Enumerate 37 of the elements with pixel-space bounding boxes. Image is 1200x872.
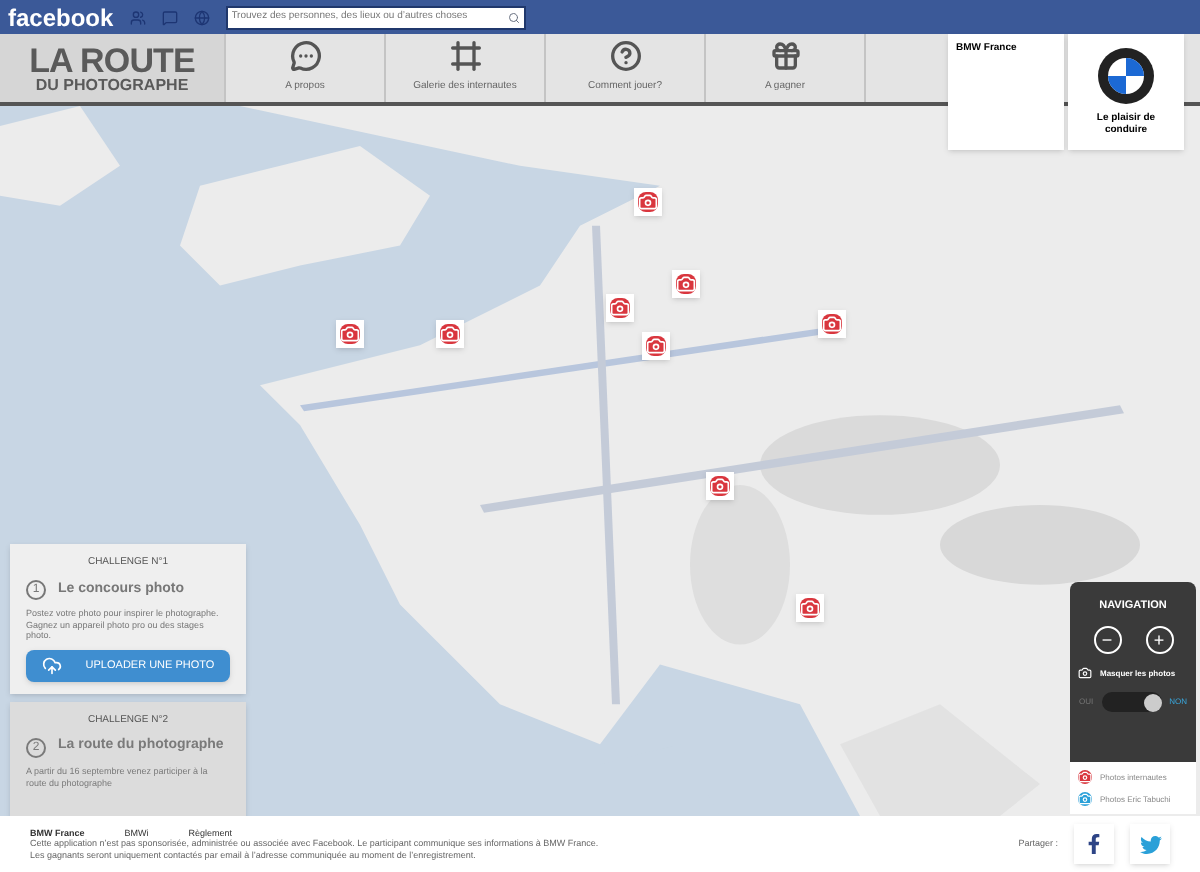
app-subtitle: DU PHOTOGRAPHE bbox=[35, 77, 189, 93]
camera-icon bbox=[676, 274, 696, 294]
camera-icon bbox=[1078, 666, 1092, 681]
toggle-switch[interactable] bbox=[1101, 692, 1162, 713]
help-icon bbox=[609, 40, 641, 73]
photo-marker[interactable] bbox=[634, 188, 662, 216]
search-icon[interactable] bbox=[507, 11, 520, 23]
zoom-in-button[interactable]: + bbox=[1145, 626, 1173, 655]
camera-icon bbox=[800, 598, 820, 618]
twitter-icon bbox=[1139, 833, 1161, 855]
camera-icon bbox=[646, 336, 666, 356]
photo-marker[interactable] bbox=[672, 270, 700, 298]
facebook-icon bbox=[1084, 834, 1104, 854]
gift-icon bbox=[769, 40, 801, 73]
photo-marker[interactable] bbox=[336, 320, 364, 348]
logo-panel[interactable]: LA ROUTE DU PHOTOGRAPHE bbox=[0, 34, 226, 102]
camera-icon bbox=[638, 192, 658, 212]
photo-marker[interactable] bbox=[436, 320, 464, 348]
chat-icon bbox=[289, 40, 321, 73]
camera-icon bbox=[710, 476, 730, 496]
camera-icon bbox=[340, 324, 360, 344]
brand-logo[interactable]: facebook bbox=[8, 5, 114, 29]
app-title: LA ROUTE bbox=[29, 43, 195, 77]
facebook-button[interactable] bbox=[1074, 824, 1114, 864]
camera-icon bbox=[440, 324, 460, 344]
logo-icon bbox=[1098, 47, 1154, 104]
photo-marker[interactable] bbox=[706, 472, 734, 500]
frame-icon bbox=[449, 40, 481, 73]
photo-marker[interactable] bbox=[606, 294, 634, 322]
zoom-out-button[interactable]: − bbox=[1093, 626, 1121, 655]
twitter-button[interactable] bbox=[1130, 824, 1170, 864]
upload-icon bbox=[41, 655, 62, 676]
camera-icon bbox=[822, 314, 842, 334]
photo-marker[interactable] bbox=[818, 310, 846, 338]
photo-marker[interactable] bbox=[796, 594, 824, 622]
photo-marker[interactable] bbox=[642, 332, 670, 360]
camera-icon bbox=[610, 298, 630, 318]
